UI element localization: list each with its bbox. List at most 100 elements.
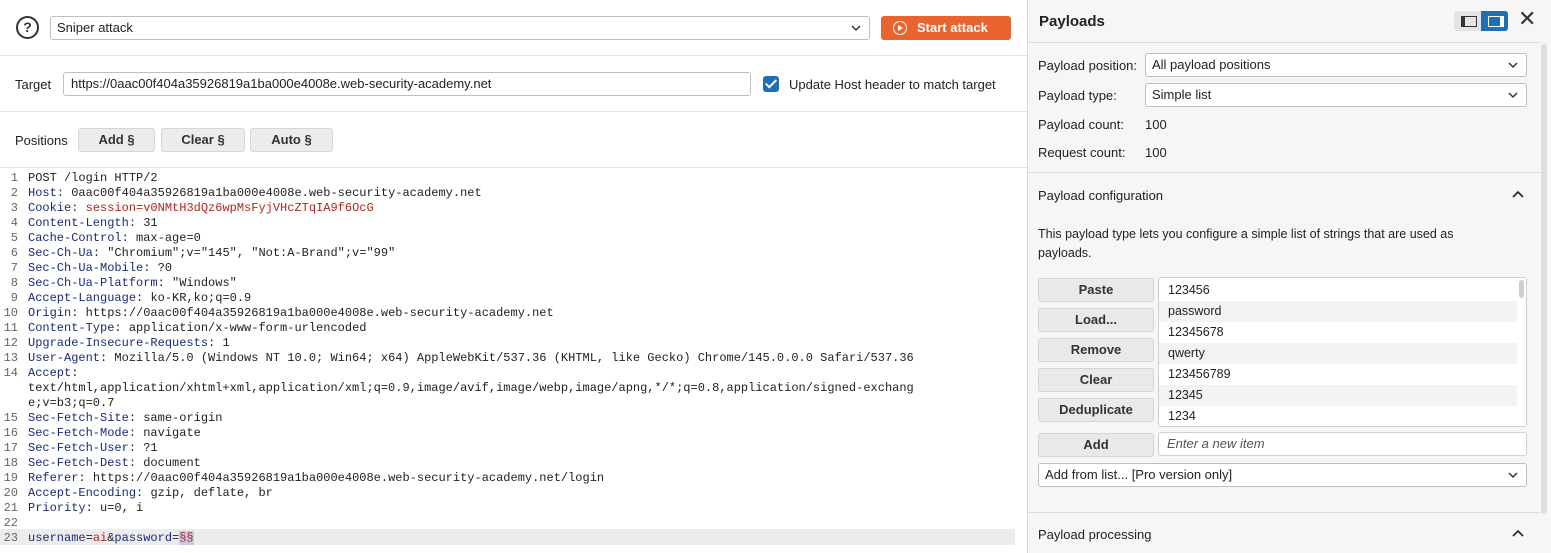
payload-list[interactable]: 123456 password 12345678 qwerty 12345678… xyxy=(1158,277,1527,427)
line-number: 11 xyxy=(3,321,18,335)
header-separator: : xyxy=(56,186,72,200)
header-separator: : xyxy=(100,351,115,365)
payload-type-select[interactable]: Simple list xyxy=(1145,83,1527,107)
divider xyxy=(0,55,1027,56)
header-value: document xyxy=(143,456,201,470)
load-button[interactable]: Load... xyxy=(1038,308,1154,332)
header-name: Accept xyxy=(28,366,72,380)
add-marker-button[interactable]: Add § xyxy=(78,128,155,152)
layout-toggle[interactable] xyxy=(1454,11,1508,31)
new-item-input[interactable]: Enter a new item xyxy=(1158,432,1527,456)
chevron-down-icon xyxy=(1508,472,1518,479)
list-item[interactable]: qwerty xyxy=(1159,343,1517,364)
update-host-checkbox[interactable] xyxy=(763,76,779,92)
line-number: 4 xyxy=(10,216,18,230)
attack-type-select[interactable]: Sniper attack xyxy=(50,16,870,40)
help-icon[interactable]: ? xyxy=(16,16,39,39)
layout-left-icon[interactable] xyxy=(1454,11,1480,31)
header-value: POST /login HTTP/2 xyxy=(28,171,158,185)
header-separator: : xyxy=(114,321,129,335)
request-editor[interactable]: 1 POST /login HTTP/2 2 Host: 0aac00f404a359… xyxy=(0,169,1018,553)
header-value: "Chromium";v="145", "Not:A-Brand";v="99" xyxy=(107,246,396,260)
line-number: 7 xyxy=(10,261,18,275)
line-number: 18 xyxy=(3,456,18,470)
header-separator: : xyxy=(78,471,93,485)
line-number: 16 xyxy=(3,426,18,440)
line-code: Accept-Encoding: gzip, deflate, br xyxy=(28,486,273,501)
payload-marker[interactable]: §§ xyxy=(179,531,194,545)
header-value: same-origin xyxy=(143,411,223,425)
header-value: "Windows" xyxy=(172,276,237,290)
divider xyxy=(1028,172,1540,173)
play-icon xyxy=(893,21,907,35)
payload-processing-title: Payload processing xyxy=(1038,527,1152,542)
header-value: application/x-www-form-urlencoded xyxy=(128,321,367,335)
payload-count-label: Payload count: xyxy=(1038,117,1125,132)
add-item-button[interactable]: Add xyxy=(1038,433,1154,457)
payloads-panel: Payloads ✕ Payload position: All payload… xyxy=(1027,0,1551,553)
line-code: Sec-Fetch-Dest: document xyxy=(28,456,201,471)
layout-right-icon[interactable] xyxy=(1481,11,1508,31)
header-separator: : xyxy=(136,486,151,500)
header-separator: : xyxy=(128,441,144,455)
clear-marker-button[interactable]: Clear § xyxy=(161,128,245,152)
header-separator: : xyxy=(128,216,144,230)
header-name: Sec-Fetch-Site xyxy=(28,411,129,425)
header-name: Sec-Ch-Ua xyxy=(28,246,93,260)
line-code: User-Agent: Mozilla/5.0 (Windows NT 10.0… xyxy=(28,351,914,366)
header-separator: : xyxy=(157,276,173,290)
line-code: Cache-Control: max-age=0 xyxy=(28,231,201,246)
line-number: 15 xyxy=(3,411,18,425)
header-value: 0aac00f404a35926819a1ba000e4008e.web-sec… xyxy=(71,186,482,200)
close-icon[interactable]: ✕ xyxy=(1518,8,1536,30)
line-code: username=ai&password=§§ xyxy=(28,531,194,546)
list-item[interactable]: 123456 xyxy=(1159,280,1517,301)
payload-position-select[interactable]: All payload positions xyxy=(1145,53,1527,77)
line-code: Host: 0aac00f404a35926819a1ba000e4008e.w… xyxy=(28,186,482,201)
divider xyxy=(1028,42,1540,43)
list-item[interactable]: password xyxy=(1159,301,1517,322)
line-number: 21 xyxy=(3,501,18,515)
target-url-input[interactable]: https://0aac00f404a35926819a1ba000e4008e… xyxy=(63,72,751,96)
list-item[interactable]: 12345 xyxy=(1159,385,1517,406)
line-number: 23 xyxy=(3,531,18,545)
add-from-list-value: Add from list... [Pro version only] xyxy=(1045,467,1233,482)
line-code: Sec-Fetch-Mode: navigate xyxy=(28,426,201,441)
header-name: Content-Length xyxy=(28,216,129,230)
list-item[interactable]: 12345678 xyxy=(1159,322,1517,343)
header-separator: : xyxy=(143,261,158,275)
param-value: ai xyxy=(92,531,108,545)
header-name: Cookie xyxy=(28,201,72,215)
chevron-up-icon[interactable] xyxy=(1512,188,1524,200)
positions-label: Positions xyxy=(15,133,68,148)
remove-button[interactable]: Remove xyxy=(1038,338,1154,362)
payload-count-value: 100 xyxy=(1145,117,1167,132)
line-code: Origin: https://0aac00f404a35926819a1ba0… xyxy=(28,306,554,321)
payload-type-value: Simple list xyxy=(1152,87,1212,102)
line-number: 8 xyxy=(10,276,18,290)
line-code: e;v=b3;q=0.7 xyxy=(28,396,114,411)
line-code: Content-Type: application/x-www-form-url… xyxy=(28,321,366,336)
payloads-title: Payloads xyxy=(1039,13,1105,30)
header-name: Sec-Ch-Ua-Mobile xyxy=(28,261,144,275)
header-name: Upgrade-Insecure-Requests xyxy=(28,336,209,350)
line-code: Accept: xyxy=(28,366,86,381)
deduplicate-button[interactable]: Deduplicate xyxy=(1038,398,1154,422)
header-separator: : xyxy=(128,411,144,425)
panel-scrollbar[interactable] xyxy=(1541,44,1547,514)
line-number: 17 xyxy=(3,441,18,455)
add-from-list-select[interactable]: Add from list... [Pro version only] xyxy=(1038,463,1527,487)
start-attack-button[interactable]: Start attack xyxy=(881,16,1011,40)
header-value: navigate xyxy=(143,426,201,440)
request-count-value: 100 xyxy=(1145,145,1167,160)
auto-marker-button[interactable]: Auto § xyxy=(250,128,333,152)
list-scrollbar[interactable] xyxy=(1519,280,1524,298)
list-item[interactable]: 123456789 xyxy=(1159,364,1517,385)
chevron-up-icon[interactable] xyxy=(1512,527,1524,539)
clear-button[interactable]: Clear xyxy=(1038,368,1154,392)
list-item[interactable]: 1234 xyxy=(1159,406,1517,426)
line-code: Referer: https://0aac00f404a35926819a1ba… xyxy=(28,471,604,486)
header-separator: : xyxy=(92,246,108,260)
payload-configuration-description: This payload type lets you configure a s… xyxy=(1038,227,1454,260)
paste-button[interactable]: Paste xyxy=(1038,278,1154,302)
